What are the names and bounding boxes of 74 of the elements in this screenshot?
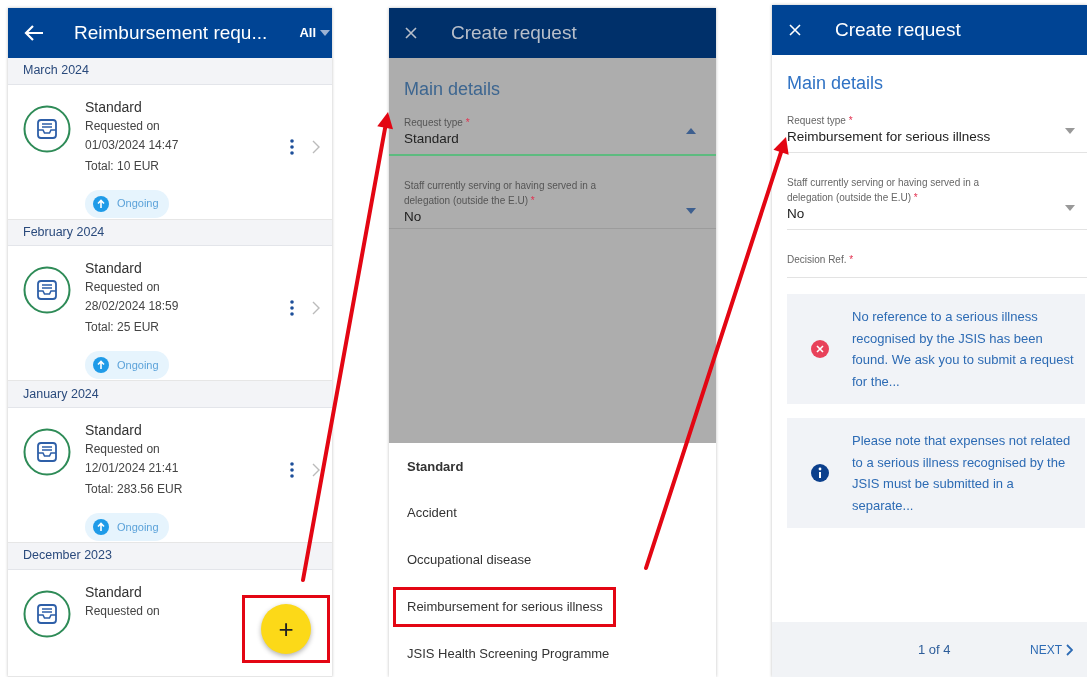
dropdown-field[interactable]: Staff currently serving or having served in a delegation (outside the E.U) * No [787,167,1087,230]
request-type: Standard [85,420,143,440]
field-label: Decision Ref. * [787,253,855,267]
chevron-right-icon [1066,643,1073,656]
arrow-up-icon [93,195,109,212]
field-value: No [404,208,423,226]
request-total: Total: 10 EUR [85,157,161,175]
requested-label: Requested on [85,117,161,135]
month-header: January 2024 [8,381,332,408]
caret-down-icon[interactable] [1065,205,1075,211]
requested-label: Requested on [85,440,161,458]
request-type: Standard [85,259,143,279]
field-label: Request type * [404,116,471,130]
field-value: No [787,205,806,223]
status-badge: Ongoing [85,512,169,541]
request-card[interactable]: Standard Requested on 01/03/2024 14:47 Total: 10 EUR Ongoing [8,84,332,220]
month-header: February 2024 [8,219,332,247]
page-indicator: 1 of 4 [918,640,951,659]
arrow-up-icon [93,518,109,535]
request-date: 12/01/2024 21:41 [85,459,180,477]
month-header: December 2023 [8,542,332,570]
field-label: Staff currently serving or having served in a delegation (outside the E.U) * [787,176,981,205]
inbox-tray-icon [23,589,71,638]
dropdown-field[interactable]: Request type * Standard [389,107,716,156]
dropdown-field[interactable]: Staff currently serving or having served in a delegation (outside the E.U) * No [389,170,716,229]
requested-label: Requested on [85,602,160,620]
caret-down-icon[interactable] [1065,128,1075,134]
alert-text: Please note that expenses not related to a serious illness recognised by the JSIS must be submitted in a separate... [852,432,1072,515]
requested-label: Requested on [85,279,161,297]
more-icon[interactable] [290,300,294,317]
request-total: Total: 25 EUR [85,319,161,337]
dropdown-field[interactable]: Request type * Reimbursement for serious illness [787,105,1087,153]
status-badge: Ongoing [85,351,169,380]
error-icon [810,340,829,358]
status-badge: Ongoing [85,189,169,218]
caret-down-icon[interactable] [686,208,696,214]
inbox-tray-icon [23,104,71,153]
request-card[interactable]: Standard Requested on 12/01/2024 21:41 Total: 283.56 EUR Ongoing [8,407,332,543]
request-card[interactable]: Standard Requested on 28/02/2024 18:59 Total: 25 EUR Ongoing [8,246,332,382]
section-title: Main details [787,72,885,95]
alert-text: No reference to a serious illness recognised by the JSIS has been found. We ask you to submit a request for the... [852,308,1075,391]
field-value: Reimbursement for serious illness [787,128,992,146]
request-type: Standard [85,582,143,602]
request-date: 01/03/2024 14:47 [85,136,179,154]
request-date: 28/02/2024 18:59 [85,298,179,316]
caret-up-icon[interactable] [686,128,696,134]
section-title: Main details [404,78,502,101]
dropdown-option[interactable]: Reimbursement for serious illness [393,587,616,627]
close-icon[interactable] [405,27,417,39]
info-icon [810,464,829,482]
request-total: Total: 283.56 EUR [85,480,183,498]
back-arrow-icon[interactable] [24,25,44,41]
screen-title: Create request [451,20,577,45]
input-field[interactable]: Decision Ref. * [787,244,1087,278]
more-icon[interactable] [290,461,294,478]
screen-title: Reimbursement requ... [74,20,268,45]
month-header: March 2024 [8,58,332,85]
arrow-up-icon [93,357,109,374]
inbox-tray-icon [23,427,71,476]
dropdown-option[interactable]: JSIS Health Screening Programme [393,633,623,674]
add-button[interactable]: + [261,604,311,654]
field-label: Staff currently serving or having served in a delegation (outside the E.U) * [404,179,598,208]
dropdown-option[interactable]: Accident [393,493,470,533]
inbox-tray-icon [23,266,71,315]
field-label: Request type * [787,114,854,128]
filter-dropdown[interactable]: All [299,23,330,43]
request-type: Standard [85,97,143,117]
caret-down-icon[interactable] [320,30,330,36]
screen-title: Create request [835,17,961,42]
next-button[interactable]: NEXT [1028,638,1075,661]
field-value: Standard [404,130,460,148]
more-icon[interactable] [290,138,294,155]
dropdown-option[interactable]: Standard [393,446,477,487]
dropdown-option[interactable]: Occupational disease [393,540,545,580]
